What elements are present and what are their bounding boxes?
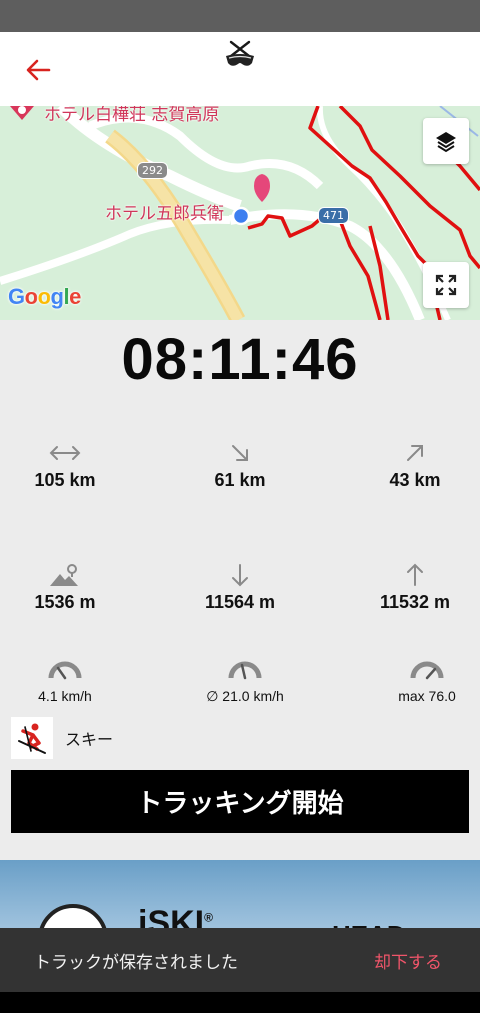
stat-max-speed: max 76.0 [362, 656, 480, 704]
map-layers-button[interactable] [423, 118, 469, 164]
stat-ascent-distance: 43 km [350, 440, 480, 491]
stat-ascent-distance-value: 43 km [389, 470, 441, 490]
mountain-pin-icon [50, 564, 78, 586]
stat-avg-speed-value: ∅ 21.0 km/h [206, 688, 284, 704]
google-letter: G [8, 284, 25, 309]
stat-altitude: 1536 m [0, 562, 130, 613]
speedometer-low-icon [48, 661, 82, 680]
map-place-label: ホテル白樺荘 志賀高原 [44, 106, 220, 125]
snackbar: トラックが保存されました 却下する [0, 928, 480, 992]
down-arrow-icon [232, 564, 248, 587]
activity-selector[interactable]: スキー [11, 715, 113, 760]
map-view[interactable]: ホテル白樺荘 志賀高原 ホテル五郎兵衛 292 471 Google [0, 106, 480, 320]
google-letter: e [69, 284, 81, 309]
google-logo: Google [8, 284, 81, 310]
activity-label: スキー [65, 729, 114, 749]
stat-total-ascent-value: 11532 m [379, 592, 451, 612]
stat-max-speed-value: max 76.0 [398, 688, 456, 704]
up-arrow-icon [407, 563, 423, 586]
google-letter: g [50, 284, 64, 309]
snackbar-message: トラックが保存されました [34, 953, 238, 973]
registered-mark: ® [204, 910, 213, 925]
stat-speed: 4.1 km/h [0, 656, 130, 704]
stat-total-descent-value: 11564 m [204, 592, 276, 612]
stat-descent-distance: 61 km [175, 440, 305, 491]
road-badge-471: 471 [318, 207, 349, 224]
stat-total-ascent: 11532 m [350, 562, 480, 613]
back-arrow-icon [26, 59, 51, 81]
google-letter: o [24, 284, 38, 309]
app-logo [226, 40, 254, 66]
stat-descent-distance-value: 61 km [214, 470, 266, 490]
google-letter: o [37, 284, 51, 309]
status-bar [0, 0, 480, 32]
stat-avg-speed: ∅ 21.0 km/h [180, 656, 310, 705]
system-nav-bar [0, 992, 480, 1013]
snackbar-dismiss-button[interactable]: 却下する [374, 948, 442, 973]
back-button[interactable] [18, 52, 58, 88]
layers-icon [436, 132, 456, 153]
speedometer-high-icon [410, 661, 444, 680]
skier-icon [11, 716, 53, 759]
app-header [0, 32, 480, 106]
map-fullscreen-button[interactable] [423, 262, 469, 308]
stat-speed-value: 4.1 km/h [38, 688, 92, 704]
stat-distance: 105 km [0, 440, 130, 491]
speedometer-mid-icon [228, 661, 262, 680]
road-badge-292: 292 [137, 162, 168, 179]
map-hotel-label: ホテル五郎兵衛 [105, 204, 224, 224]
start-tracking-button[interactable]: トラッキング開始 [11, 770, 469, 833]
down-right-arrow-icon [232, 445, 248, 461]
stat-total-descent: 11564 m [175, 562, 305, 613]
expand-icon [435, 274, 457, 296]
horizontal-arrows-icon [49, 446, 81, 460]
stat-altitude-value: 1536 m [34, 592, 96, 612]
up-right-arrow-icon [407, 445, 423, 461]
stat-distance-value: 105 km [34, 470, 96, 490]
elapsed-timer: 08:11:46 [121, 327, 359, 392]
